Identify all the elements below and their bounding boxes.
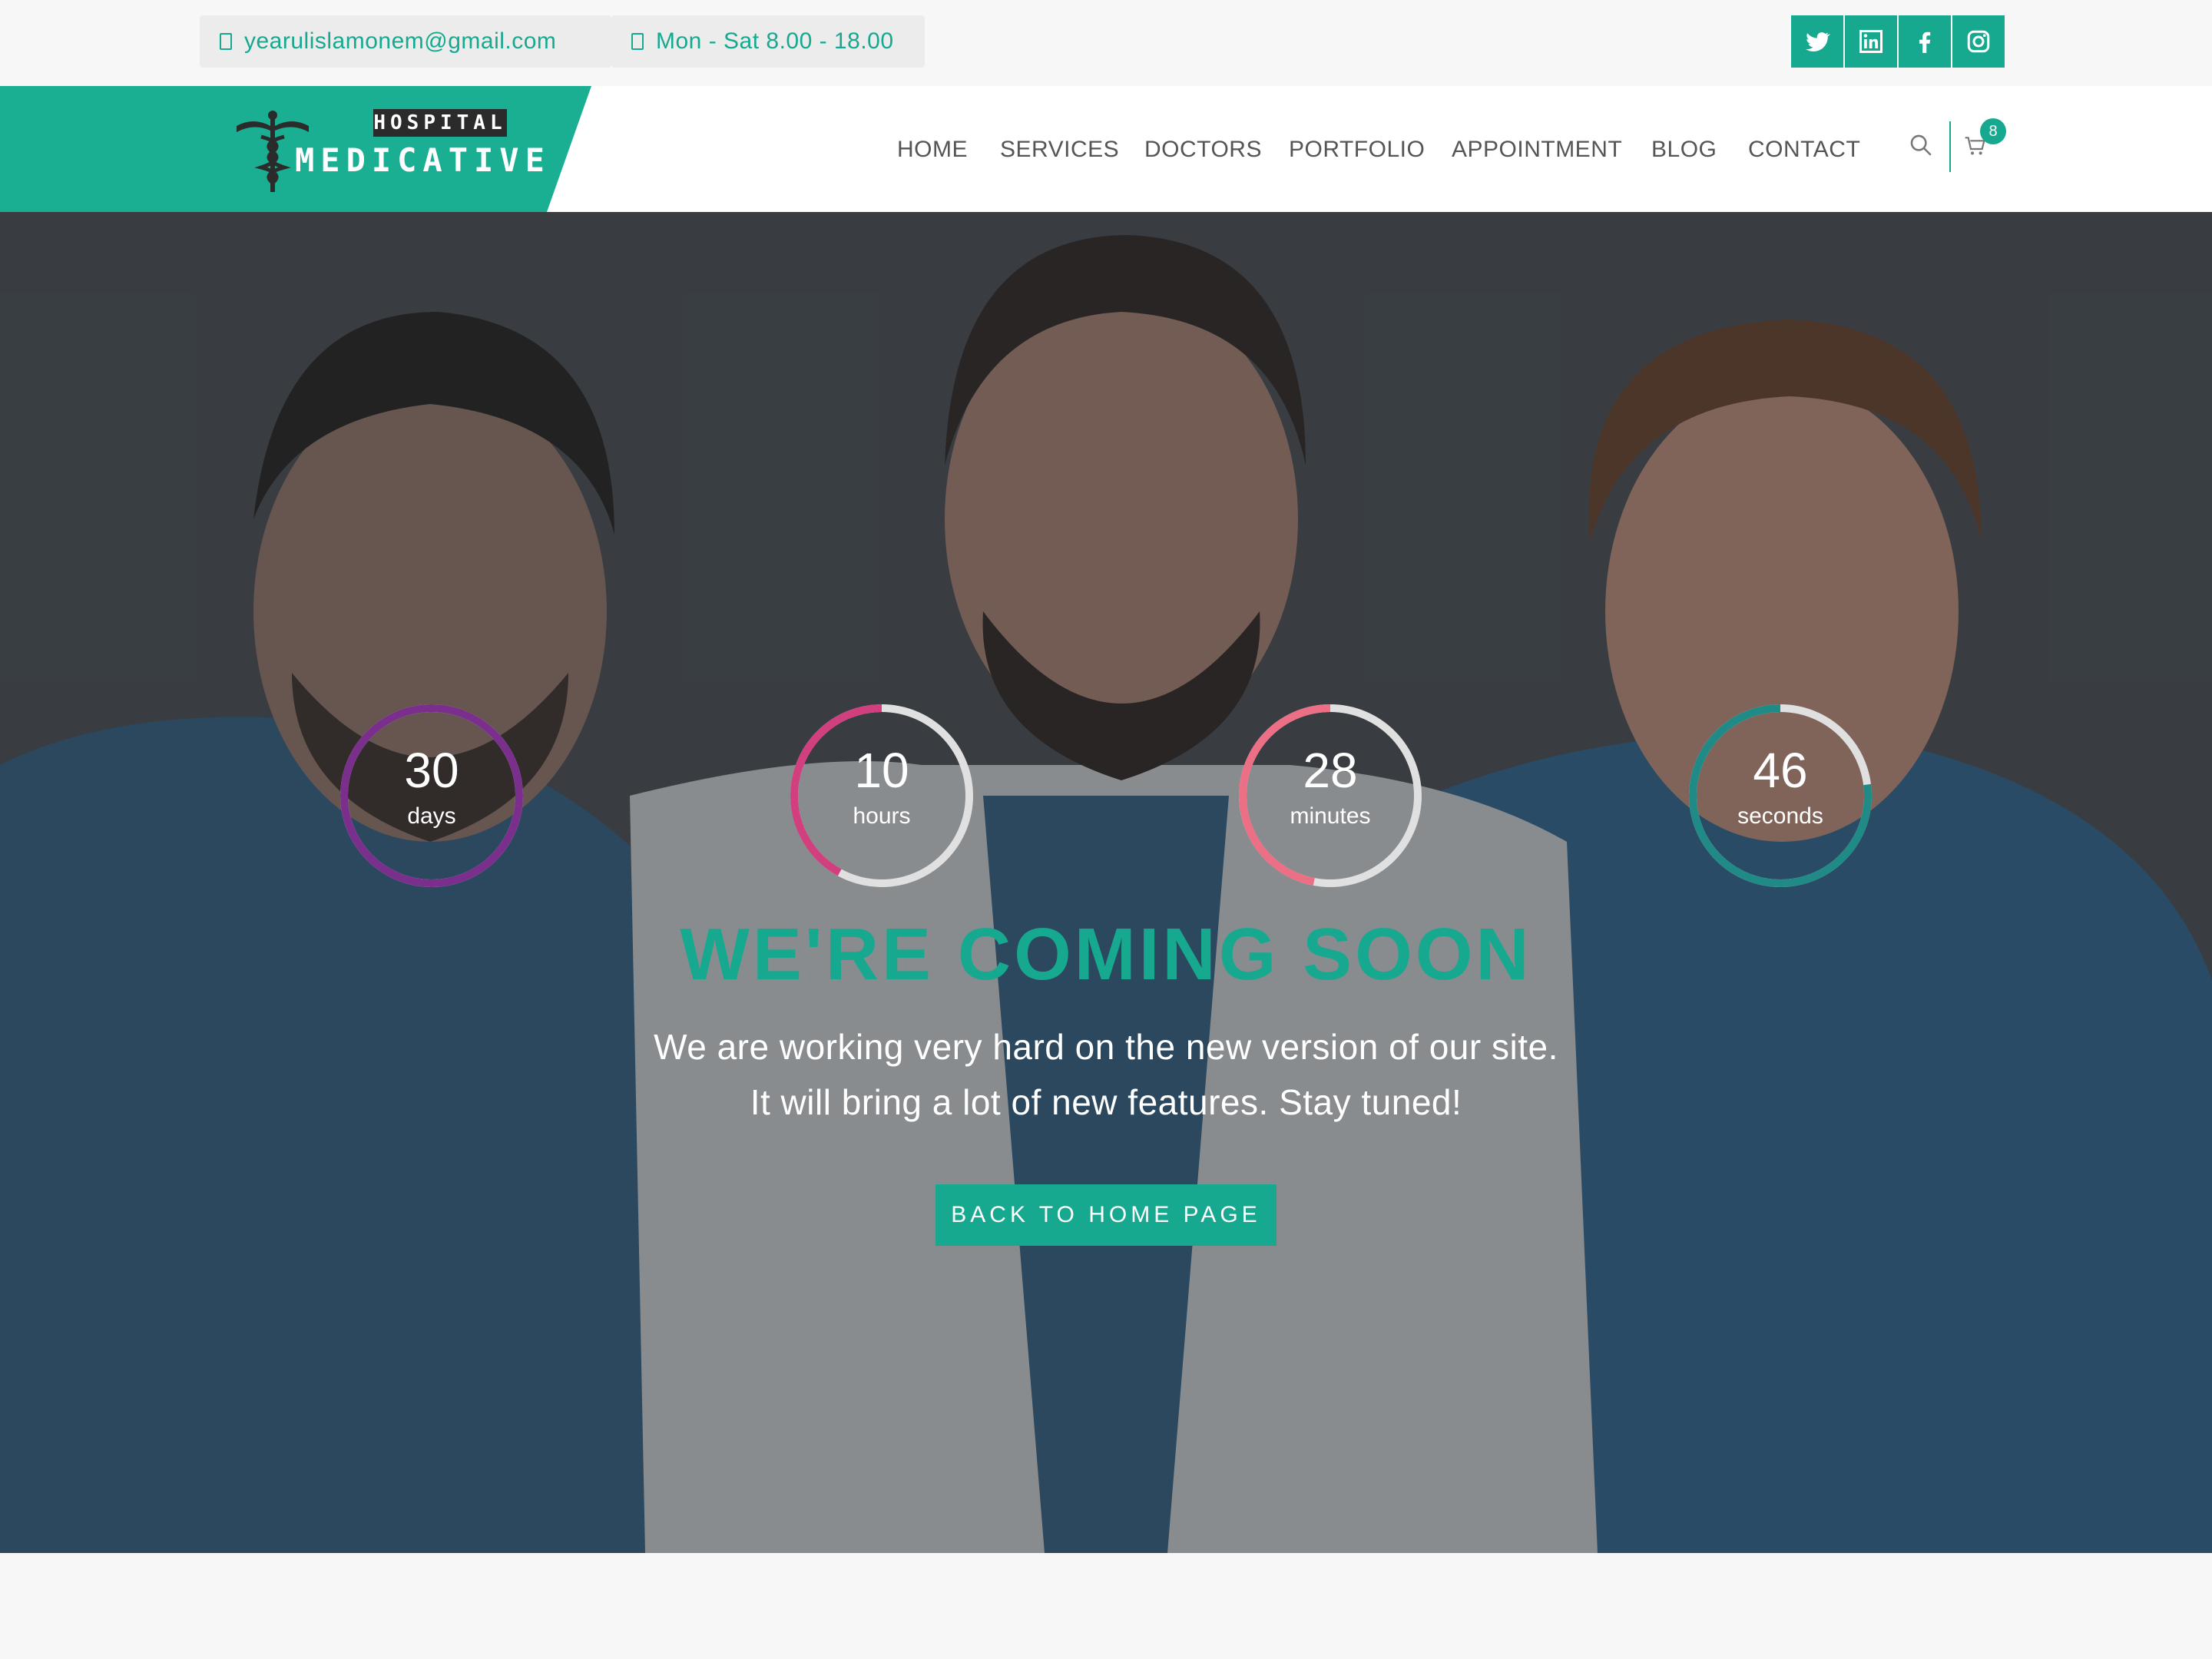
- logo-subtitle: HOSPITAL: [373, 109, 507, 137]
- linkedin-button[interactable]: [1845, 15, 1897, 68]
- hours-label: hours: [853, 803, 911, 829]
- hero-overlay: [0, 212, 2212, 1553]
- nav-portfolio[interactable]: PORTFOLIO: [1289, 137, 1425, 163]
- hours-text: Mon - Sat 8.00 - 18.00: [656, 28, 894, 54]
- email-contact[interactable]: yearulislamonem@gmail.com: [200, 15, 611, 68]
- instagram-button[interactable]: [1952, 15, 2005, 68]
- search-icon[interactable]: [1908, 132, 1934, 158]
- countdown-hours: 10 hours: [788, 702, 975, 889]
- nav-home[interactable]: HOME: [897, 137, 968, 163]
- logo-title: MEDICATIVE: [295, 141, 551, 179]
- facebook-icon: [1919, 31, 1931, 53]
- facebook-button[interactable]: [1899, 15, 1951, 68]
- opening-hours: Mon - Sat 8.00 - 18.00: [611, 15, 925, 68]
- main-header: HOSPITAL MEDICATIVE HOME SERVICES DOCTOR…: [0, 86, 2212, 212]
- days-label: days: [407, 803, 456, 829]
- twitter-icon: [1806, 32, 1830, 52]
- twitter-button[interactable]: [1791, 15, 1843, 68]
- coming-soon-heading: WE'RE COMING SOON: [680, 913, 1532, 995]
- instagram-icon: [1967, 30, 1990, 53]
- countdown-days: 30 days: [338, 702, 525, 889]
- header-divider: [1949, 121, 1951, 172]
- top-bar: yearulislamonem@gmail.com Mon - Sat 8.00…: [0, 0, 2212, 86]
- seconds-label: seconds: [1737, 803, 1823, 829]
- back-to-home-button[interactable]: BACK TO HOME PAGE: [935, 1184, 1277, 1246]
- linkedin-icon: [1859, 30, 1883, 53]
- nav-services[interactable]: SERVICES: [1000, 137, 1119, 163]
- cart-count-badge: 8: [1980, 118, 2006, 144]
- countdown-minutes: 28 minutes: [1237, 702, 1424, 889]
- envelope-icon: [220, 33, 232, 50]
- hero-section: 30 days 10 hours 28 minutes 46 seconds W…: [0, 212, 2212, 1553]
- email-text: yearulislamonem@gmail.com: [244, 28, 557, 54]
- nav-appointment[interactable]: APPOINTMENT: [1452, 137, 1622, 163]
- nav-blog[interactable]: BLOG: [1651, 137, 1717, 163]
- hours-value: 10: [854, 743, 909, 798]
- minutes-label: minutes: [1290, 803, 1371, 829]
- site-logo[interactable]: HOSPITAL MEDICATIVE: [230, 109, 545, 194]
- days-value: 30: [404, 743, 459, 798]
- page: yearulislamonem@gmail.com Mon - Sat 8.00…: [0, 0, 2212, 1659]
- hero-text-line2: It will bring a lot of new features. Sta…: [750, 1082, 1462, 1122]
- nav-contact[interactable]: CONTACT: [1748, 137, 1860, 163]
- nav-doctors[interactable]: DOCTORS: [1144, 137, 1262, 163]
- clock-icon: [631, 33, 644, 50]
- hero-text-line1: We are working very hard on the new vers…: [654, 1027, 1558, 1067]
- seconds-value: 46: [1753, 743, 1808, 798]
- footer-strip: [0, 1553, 2212, 1659]
- countdown-seconds: 46 seconds: [1687, 702, 1874, 889]
- minutes-value: 28: [1303, 743, 1358, 798]
